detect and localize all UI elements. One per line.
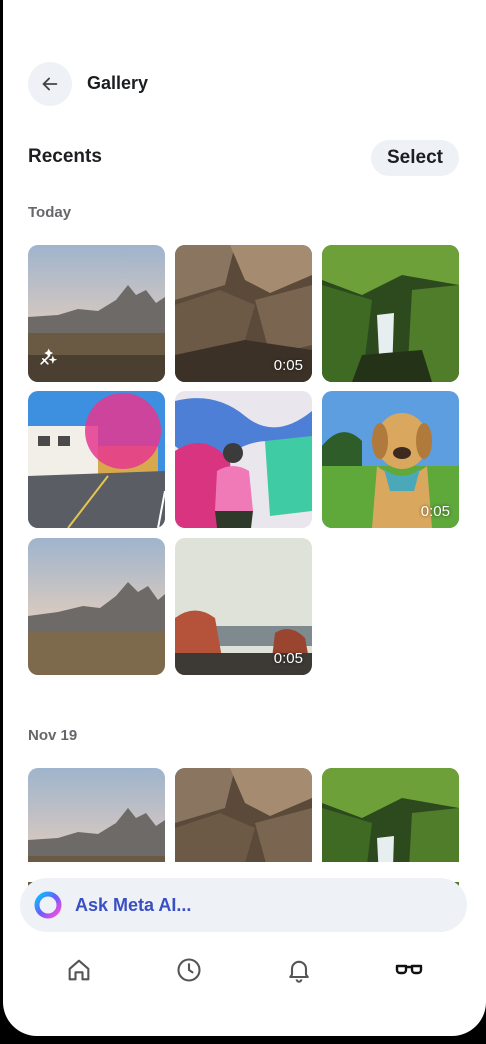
video-thumb-rock[interactable]: 0:05 (175, 245, 312, 382)
back-button[interactable] (28, 61, 72, 106)
meta-ai-ring-icon (34, 891, 62, 919)
video-thumb-dog[interactable]: 0:05 (322, 391, 459, 528)
photo-thumb-waterfall[interactable] (322, 245, 459, 382)
magic-wand-icon (37, 348, 58, 373)
photo-thumb-street[interactable] (28, 391, 165, 528)
recents-title: Recents (28, 146, 102, 167)
video-thumb-beach[interactable]: 0:05 (175, 538, 312, 675)
photo-thumb-mountain[interactable] (28, 245, 165, 382)
page-title: Gallery (87, 73, 149, 93)
group-label-today: Today (28, 204, 72, 221)
bottom-nav (3, 948, 486, 992)
group-label-nov-19: Nov 19 (28, 727, 78, 744)
ask-meta-ai-placeholder: Ask Meta AI... (75, 894, 192, 915)
arrow-left-icon (42, 77, 58, 90)
clock-icon (177, 958, 201, 982)
header: Gallery (28, 61, 148, 106)
video-duration: 0:05 (420, 503, 450, 520)
bell-icon (289, 960, 309, 983)
nav-home[interactable] (57, 948, 101, 992)
phone-screen: Gallery Recents Select Today 0:05 0:05 0… (3, 0, 486, 1036)
select-button[interactable]: Select (371, 140, 459, 176)
photo-thumb-mountain[interactable] (28, 538, 165, 675)
home-icon (68, 959, 90, 981)
video-duration: 0:05 (273, 650, 303, 667)
nav-glasses[interactable] (387, 948, 431, 992)
nav-notifications[interactable] (277, 948, 321, 992)
glasses-icon (395, 964, 423, 975)
photo-thumb-mural[interactable] (175, 391, 312, 528)
video-duration: 0:05 (273, 357, 303, 374)
ask-meta-ai-bar[interactable]: Ask Meta AI... (20, 878, 467, 932)
nav-recent[interactable] (167, 948, 211, 992)
